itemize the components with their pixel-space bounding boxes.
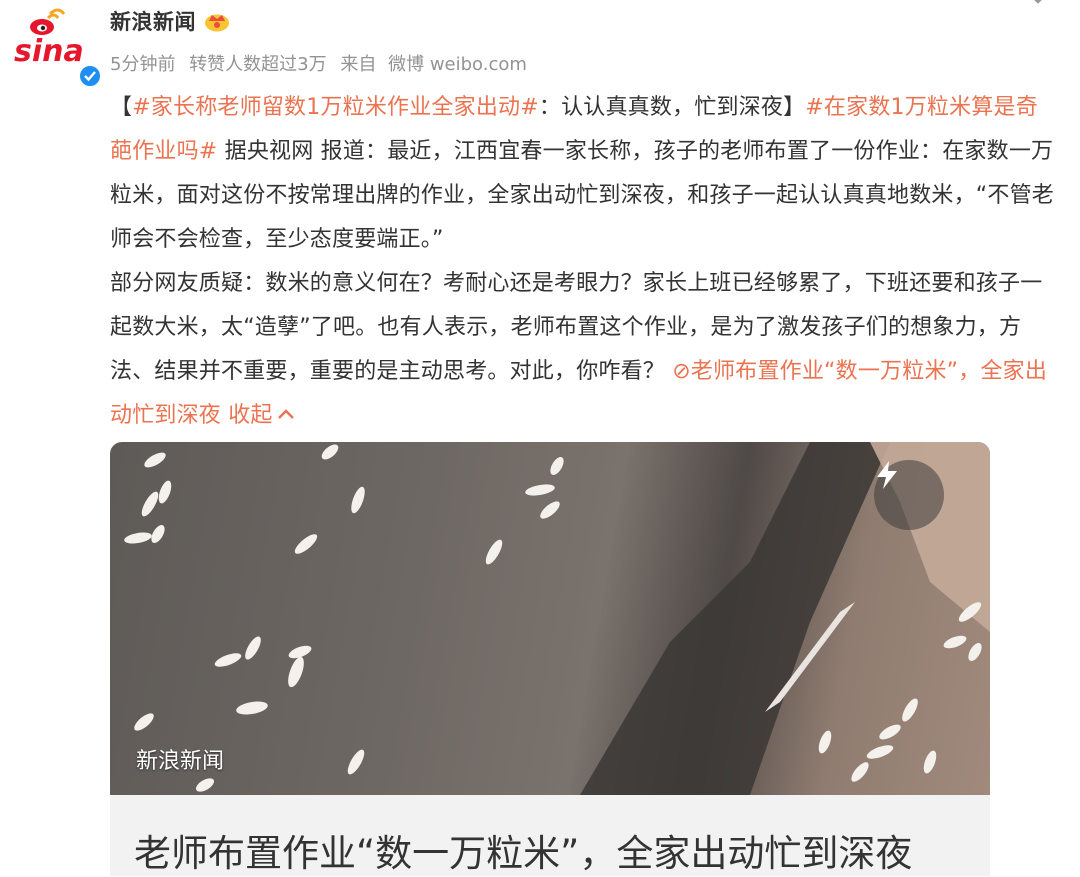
lightning-icon[interactable] (874, 460, 944, 530)
post-time[interactable]: 5分钟前 (110, 54, 175, 75)
video-thumbnail[interactable]: 新浪新闻 (110, 442, 990, 795)
crown-vip-icon[interactable] (204, 10, 230, 32)
link-icon: ⊘ (672, 359, 691, 384)
source-prefix: 来自 (340, 54, 377, 75)
collapse-button[interactable]: 收起 (221, 403, 295, 428)
video-card-title-bar[interactable]: 老师布置作业“数一万粒米”，全家出动忙到深夜 (110, 795, 990, 876)
post-paragraph-1: 【#家长称老师留数1万粒米作业全家出动#：认认真真数，忙到深夜】#在家数1万粒米… (110, 86, 1060, 262)
repost-count: 转赞人数超过3万 (189, 54, 327, 75)
svg-text:sina: sina (14, 34, 84, 69)
source-label[interactable]: 微博 weibo.com (388, 54, 527, 75)
topic-link-1[interactable]: #家长称老师留数1万粒米作业全家出动# (132, 95, 539, 120)
collapse-label: 收起 (221, 403, 273, 428)
post-paragraph-2: 部分网友质疑：数米的意义何在？考耐心还是考眼力？家长上班已经够累了，下班还要和孩… (110, 262, 1060, 438)
rice-grains-image (124, 442, 990, 795)
chevron-down-icon[interactable] (1026, 0, 1050, 12)
headline-text: ：认认真真数，忙到深夜】 (538, 95, 806, 120)
post-content: 【#家长称老师留数1万粒米作业全家出动#：认认真真数，忙到深夜】#在家数1万粒米… (110, 86, 1060, 438)
post-meta: 5分钟前 转赞人数超过3万 来自 微博 weibo.com (110, 50, 527, 76)
body-text-1: 据央视网 报道：最近，江西宜春一家长称，孩子的老师布置了一份作业：在家数一万粒米… (110, 139, 1055, 252)
avatar[interactable]: sina (8, 4, 102, 88)
verified-badge-icon (78, 64, 102, 88)
bracket-open: 【 (110, 95, 133, 120)
video-card-title: 老师布置作业“数一万粒米”，全家出动忙到深夜 (134, 832, 913, 875)
chevron-up-icon (277, 409, 294, 419)
source-watermark: 新浪新闻 (136, 749, 225, 774)
author-name[interactable]: 新浪新闻 (110, 6, 196, 36)
